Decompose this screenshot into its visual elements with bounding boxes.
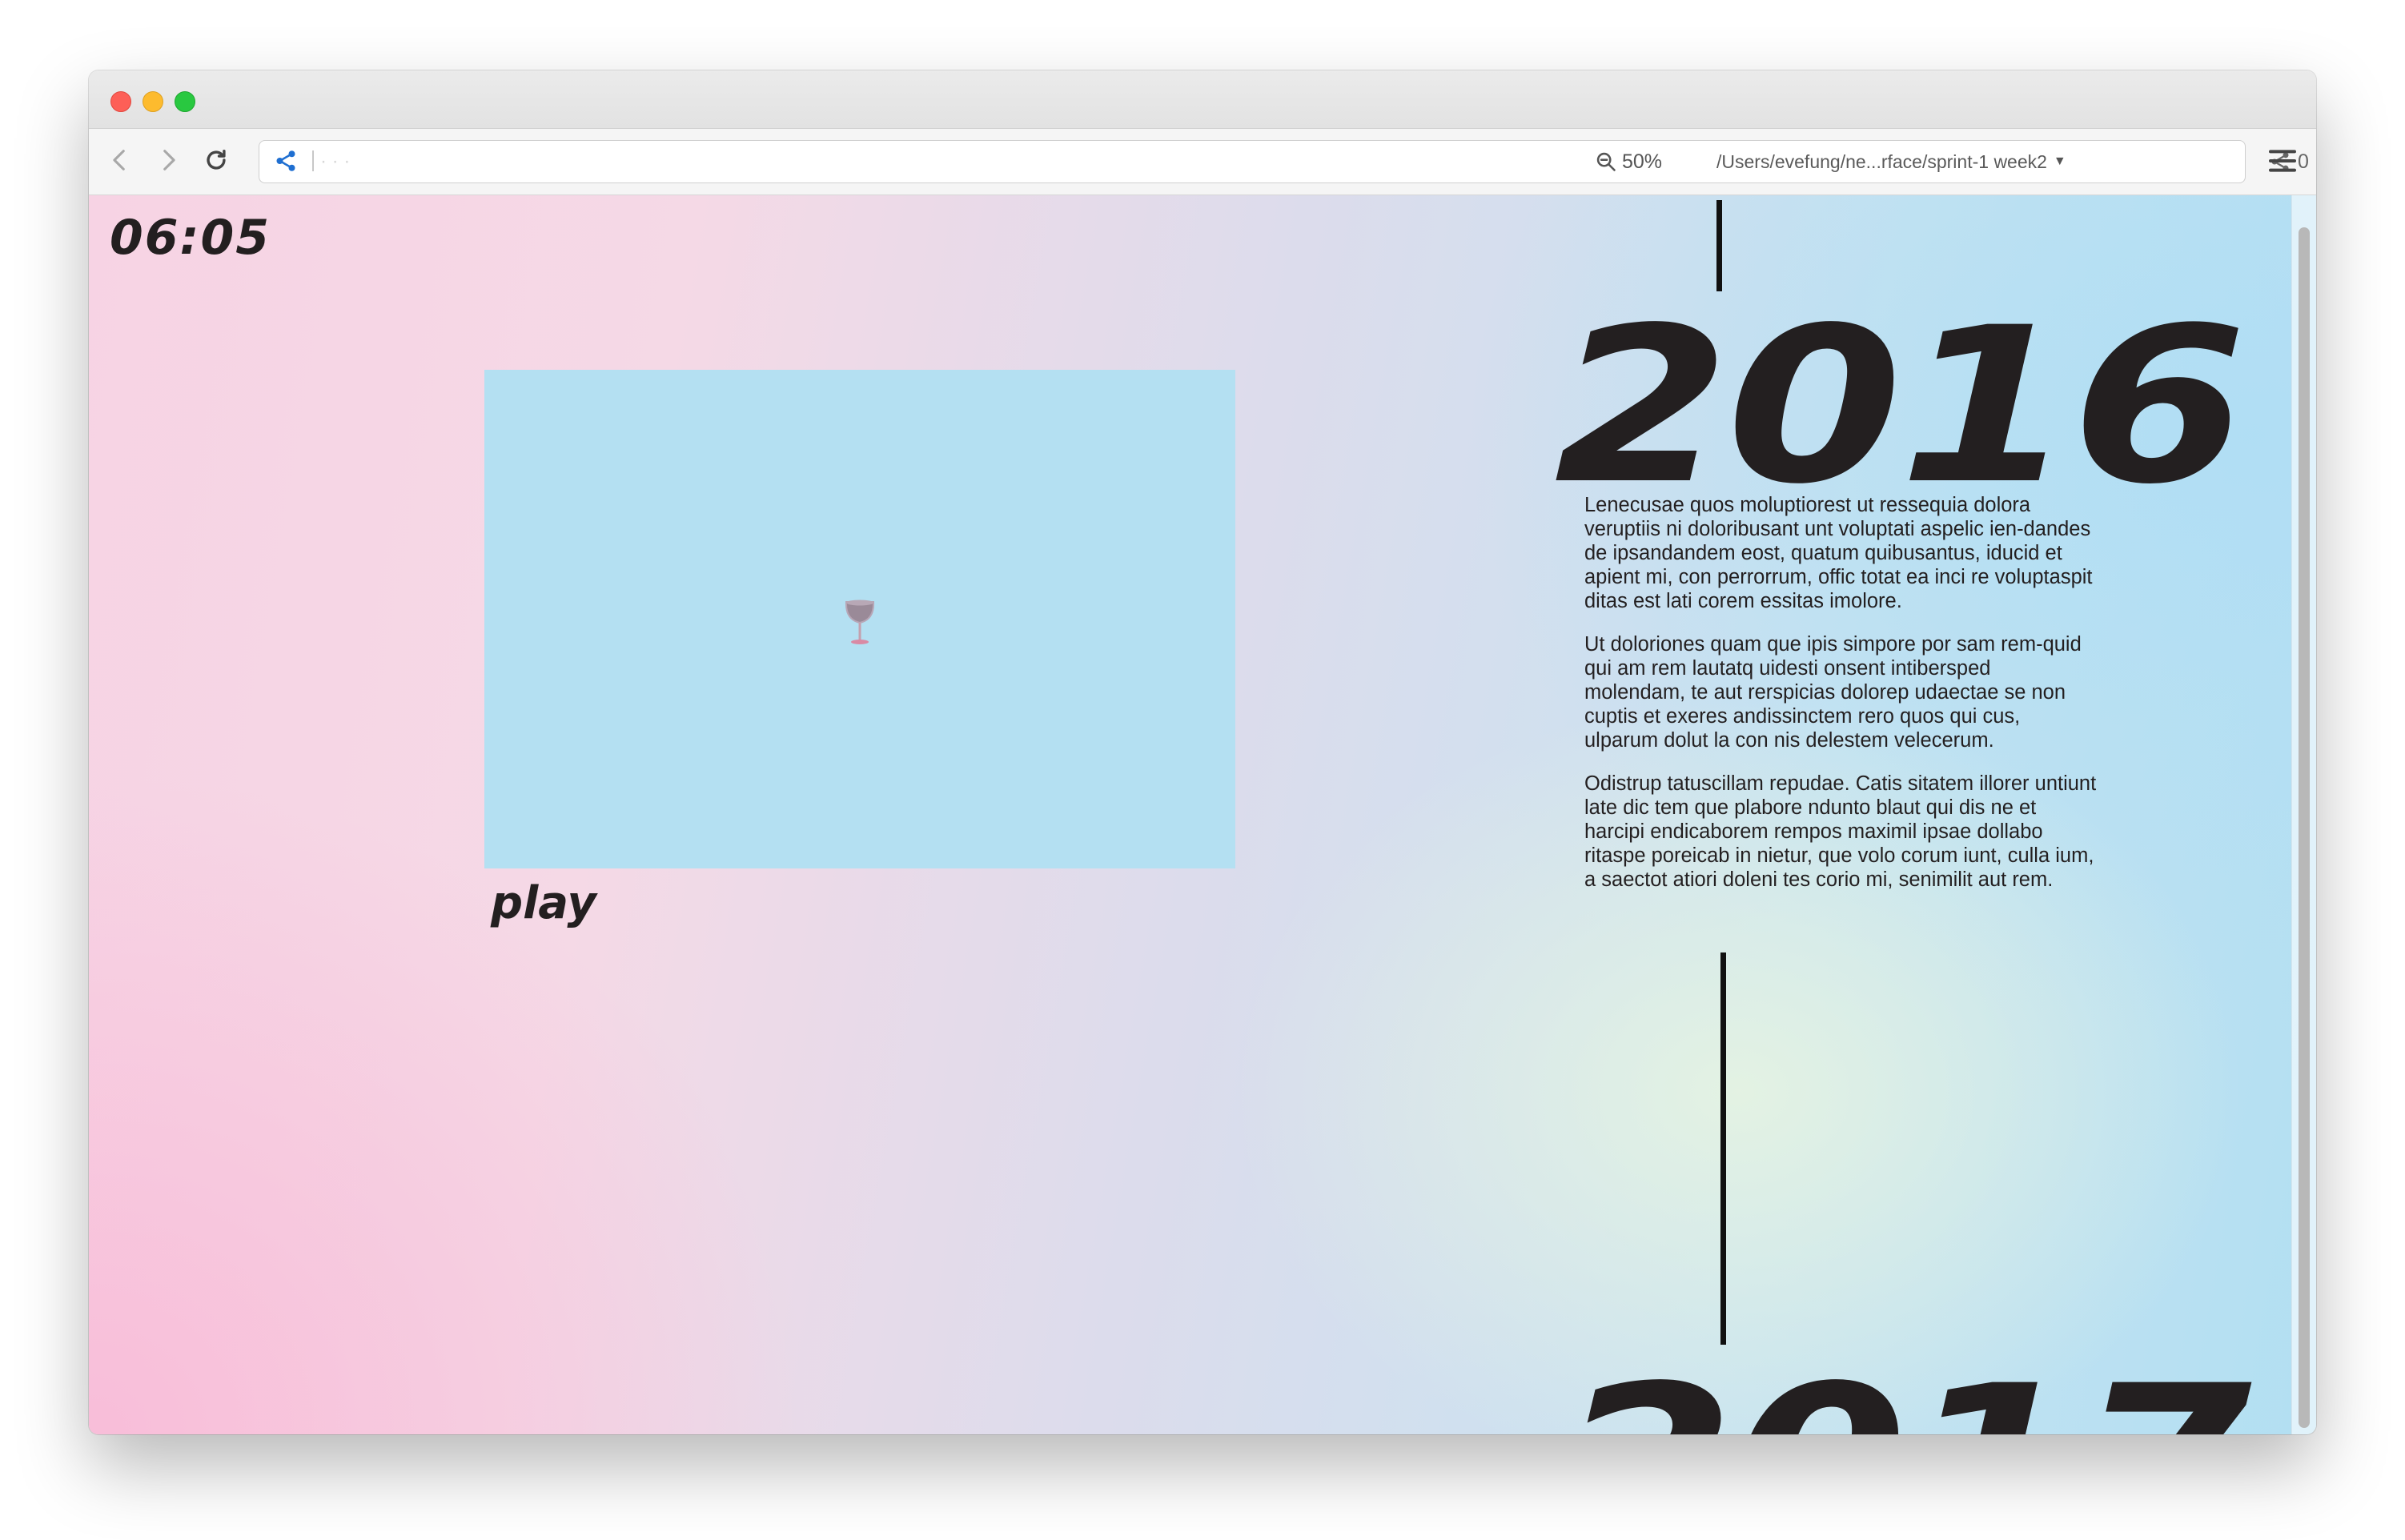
hamburger-menu-icon[interactable] xyxy=(2266,145,2299,177)
scrollbar[interactable] xyxy=(2291,195,2316,1434)
reload-button[interactable] xyxy=(198,142,235,178)
video-player[interactable] xyxy=(484,370,1235,868)
zoom-icon xyxy=(1596,152,1616,171)
paragraph: Ut doloriones quam que ipis simpore por … xyxy=(1584,633,2082,752)
text-cursor xyxy=(312,150,314,171)
browser-toolbar: · · · 50% /Users/evefung/ne...rface/spri… xyxy=(89,129,2316,195)
close-window-button[interactable] xyxy=(110,91,131,112)
year-heading: 2016 xyxy=(1554,282,2247,531)
url-text[interactable]: · · · xyxy=(320,150,350,173)
browser-window: · · · 50% /Users/evefung/ne...rface/spri… xyxy=(89,70,2316,1434)
title-bar xyxy=(89,70,2316,129)
zoom-level: 50% xyxy=(1622,150,1663,173)
file-path: /Users/evefung/ne...rface/sprint-1 week2 xyxy=(1716,150,2047,172)
back-button[interactable] xyxy=(102,142,139,178)
scrollbar-thumb[interactable] xyxy=(2299,227,2310,1428)
chevron-left-icon xyxy=(113,150,125,170)
paragraph: Odistrup tatuscillam repudae. Catis sita… xyxy=(1584,772,2097,891)
page-viewport: 06:05 play 2016 Lenecusae quos moluptior… xyxy=(89,195,2316,1434)
wine-glass-icon xyxy=(845,600,875,644)
caret-down-icon: ▼ xyxy=(2053,154,2066,168)
clock: 06:05 xyxy=(110,210,271,266)
chevron-right-icon xyxy=(163,150,175,170)
share-count: 0 xyxy=(2298,150,2309,173)
maximize-window-button[interactable] xyxy=(175,91,195,112)
timeline-line xyxy=(1716,200,1722,291)
zoom-indicator[interactable]: 50% xyxy=(1595,149,1662,174)
timeline-line xyxy=(1720,952,1726,1345)
file-path-dropdown[interactable]: /Users/evefung/ne...rface/sprint-1 week2… xyxy=(1716,149,2066,174)
year-heading: 2017 xyxy=(1559,1358,2252,1434)
year-description: Lenecusae quos moluptiorest ut ressequia… xyxy=(1584,493,2097,911)
share-icon[interactable] xyxy=(274,149,298,173)
forward-button[interactable] xyxy=(150,142,187,178)
reload-icon xyxy=(207,149,226,170)
play-button[interactable]: play xyxy=(491,877,596,929)
minimize-window-button[interactable] xyxy=(143,91,163,112)
address-bar[interactable]: · · · 50% /Users/evefung/ne...rface/spri… xyxy=(259,140,2309,183)
paragraph: Lenecusae quos moluptiorest ut ressequia… xyxy=(1584,494,2093,612)
